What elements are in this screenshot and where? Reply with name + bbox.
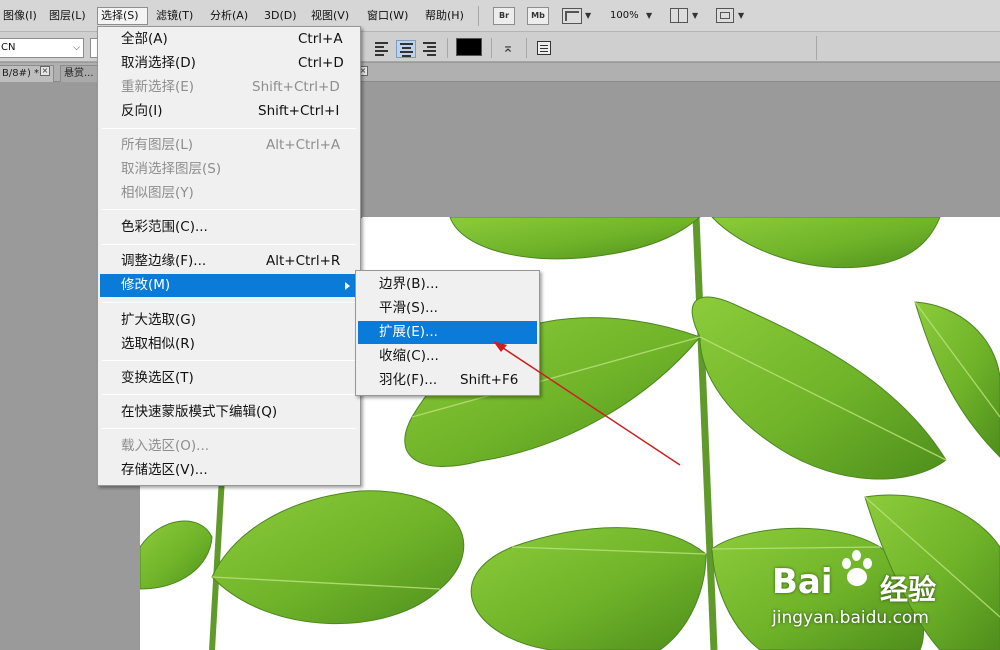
submenu-item-feather[interactable]: 羽化(F)... Shift+F6 [358,369,537,392]
align-right-button[interactable] [420,40,440,58]
paw-icon [838,550,876,590]
options-separator [526,38,527,58]
character-panel-icon[interactable] [537,41,551,55]
menu-image[interactable]: 图像(I) [0,7,40,25]
menu-item-color-range[interactable]: 色彩范围(C)... [100,216,358,239]
chevron-down-icon[interactable]: ▼ [738,11,744,20]
menubar-separator [478,6,479,26]
menu-3d[interactable]: 3D(D) [261,7,300,25]
document-tab-label: 悬赏... [64,68,94,79]
menu-item-quick-mask[interactable]: 在快速蒙版模式下编辑(Q) [100,401,358,424]
modify-submenu: 边界(B)... 平滑(S)... 扩展(E)... 收缩(C)... 羽化(F… [355,270,540,396]
chevron-down-icon[interactable]: ▼ [692,11,698,20]
menu-analysis[interactable]: 分析(A) [207,7,251,25]
menu-help[interactable]: 帮助(H) [422,7,467,25]
menu-item-similar[interactable]: 选取相似(R) [100,333,358,356]
menu-view[interactable]: 视图(V) [308,7,352,25]
menu-item-deselect[interactable]: 取消选择(D) Ctrl+D [100,52,358,75]
options-separator [816,36,817,60]
bridge-button[interactable]: Br [493,7,515,25]
menu-window[interactable]: 窗口(W) [364,7,411,25]
align-center-button[interactable] [396,40,416,58]
watermark-brand: Bai [772,562,833,602]
menu-item-inverse[interactable]: 反向(I) Shift+Ctrl+I [100,100,358,123]
align-left-button[interactable] [372,40,392,58]
font-family-select[interactable]: CN ⌵ [0,38,84,58]
mini-bridge-button[interactable]: Mb [527,7,549,25]
menu-item-deselect-layers[interactable]: 取消选择图层(S) [100,158,358,181]
screen-mode-icon[interactable] [716,8,734,23]
menu-separator [102,394,356,395]
menu-item-save-selection[interactable]: 存储选区(V)... [100,459,358,482]
menu-item-select-all[interactable]: 全部(A) Ctrl+A [100,28,358,51]
close-icon[interactable]: × [40,66,50,76]
chevron-right-icon [345,282,350,290]
menu-filter[interactable]: 滤镜(T) [153,7,196,25]
menu-item-transform-selection[interactable]: 变换选区(T) [100,367,358,390]
menu-separator [102,244,356,245]
submenu-item-smooth[interactable]: 平滑(S)... [358,297,537,320]
menu-separator [102,209,356,210]
chevron-down-icon[interactable]: ▼ [646,11,652,20]
menu-select[interactable]: 选择(S) [97,7,148,25]
menu-separator [102,360,356,361]
document-tab[interactable]: 悬赏... [60,65,100,82]
menu-item-refine-edge[interactable]: 调整边缘(F)... Alt+Ctrl+R [100,250,358,273]
submenu-item-contract[interactable]: 收缩(C)... [358,345,537,368]
menu-item-reselect[interactable]: 重新选择(E) Shift+Ctrl+D [100,76,358,99]
menu-item-all-layers[interactable]: 所有图层(L) Alt+Ctrl+A [100,134,358,157]
menu-item-grow[interactable]: 扩大选取(G) [100,309,358,332]
arrange-documents-icon[interactable] [670,8,688,23]
menu-separator [102,428,356,429]
warp-text-icon[interactable]: ⌅ [498,38,518,58]
menu-separator [102,128,356,129]
submenu-item-border[interactable]: 边界(B)... [358,273,537,296]
select-menu: 全部(A) Ctrl+A 取消选择(D) Ctrl+D 重新选择(E) Shift+C… [97,26,361,486]
watermark-url: jingyan.baidu.com [772,608,929,628]
chevron-down-icon: ⌵ [73,43,80,53]
watermark: Bai 经验 jingyan.baidu.com [772,548,992,640]
menu-layer[interactable]: 图层(L) [46,7,89,25]
menu-separator [102,302,356,303]
submenu-item-expand[interactable]: 扩展(E)... [358,321,537,344]
text-color-swatch[interactable] [456,38,482,56]
options-separator [491,38,492,58]
document-tab-label: B/8#) * [2,68,40,79]
menu-item-similar-layers[interactable]: 相似图层(Y) [100,182,358,205]
zoom-level[interactable]: 100% [607,7,642,25]
chevron-down-icon[interactable]: ▼ [585,11,591,20]
watermark-brand-suffix: 经验 [880,573,937,606]
menu-item-modify[interactable]: 修改(M) [100,274,358,297]
font-family-value: CN [1,42,16,53]
view-extras-icon[interactable] [562,8,582,24]
menu-item-load-selection[interactable]: 载入选区(O)... [100,435,358,458]
options-separator [447,38,448,58]
